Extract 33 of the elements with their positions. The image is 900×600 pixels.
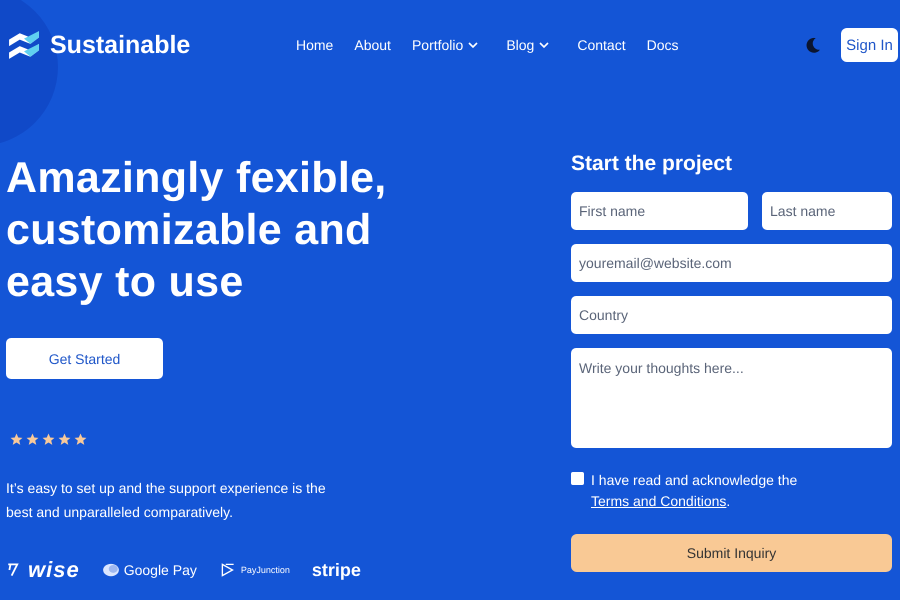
wise-logo: wise	[6, 557, 80, 583]
stripe-logo: stripe	[312, 560, 361, 580]
nav-link[interactable]: Docs	[646, 37, 678, 53]
google-pay-logo: Google Pay	[102, 561, 197, 579]
form-title: Start the project	[571, 152, 734, 176]
nav-link[interactable]: Blog	[506, 37, 556, 53]
payjunction-logo: PayJunction	[218, 561, 290, 579]
moon-icon	[804, 36, 821, 54]
star-icon	[74, 433, 87, 446]
star-icon	[42, 433, 55, 446]
email-field[interactable]: youremail@website.com	[571, 244, 892, 282]
first-name-field[interactable]: First name	[571, 192, 748, 230]
logo-mark-icon	[102, 561, 120, 579]
last-name-field[interactable]: Last name	[762, 192, 892, 230]
nav-link[interactable]: Home	[296, 37, 334, 53]
consent-text: I have read and acknowledge the Terms and Conditions.	[591, 471, 798, 511]
terms-link[interactable]: Terms and Conditions	[591, 493, 726, 509]
logo-icon	[6, 29, 42, 61]
get-started-button[interactable]: Get Started	[6, 338, 163, 379]
message-field[interactable]: Write your thoughts here...	[571, 348, 892, 448]
star-icon	[26, 433, 39, 446]
consent-checkbox[interactable]	[571, 472, 584, 485]
testimonial-text: It’s easy to set up and the support experience is the best and unparalleled comparatively.	[6, 479, 327, 522]
nav-link[interactable]: About	[354, 37, 391, 53]
sign-in-button[interactable]: Sign In	[841, 28, 898, 62]
nav-link[interactable]: Contact	[577, 37, 626, 53]
submit-button[interactable]: Submit Inquiry	[571, 534, 892, 572]
hero-title: Amazingly fexible, customizable and easy to use	[6, 153, 387, 308]
country-field[interactable]: Country	[571, 296, 892, 334]
star-icon	[58, 433, 71, 446]
brand-name: Sustainable	[50, 30, 190, 60]
star-icon	[10, 433, 23, 446]
nav-link[interactable]: Portfolio	[412, 37, 486, 53]
